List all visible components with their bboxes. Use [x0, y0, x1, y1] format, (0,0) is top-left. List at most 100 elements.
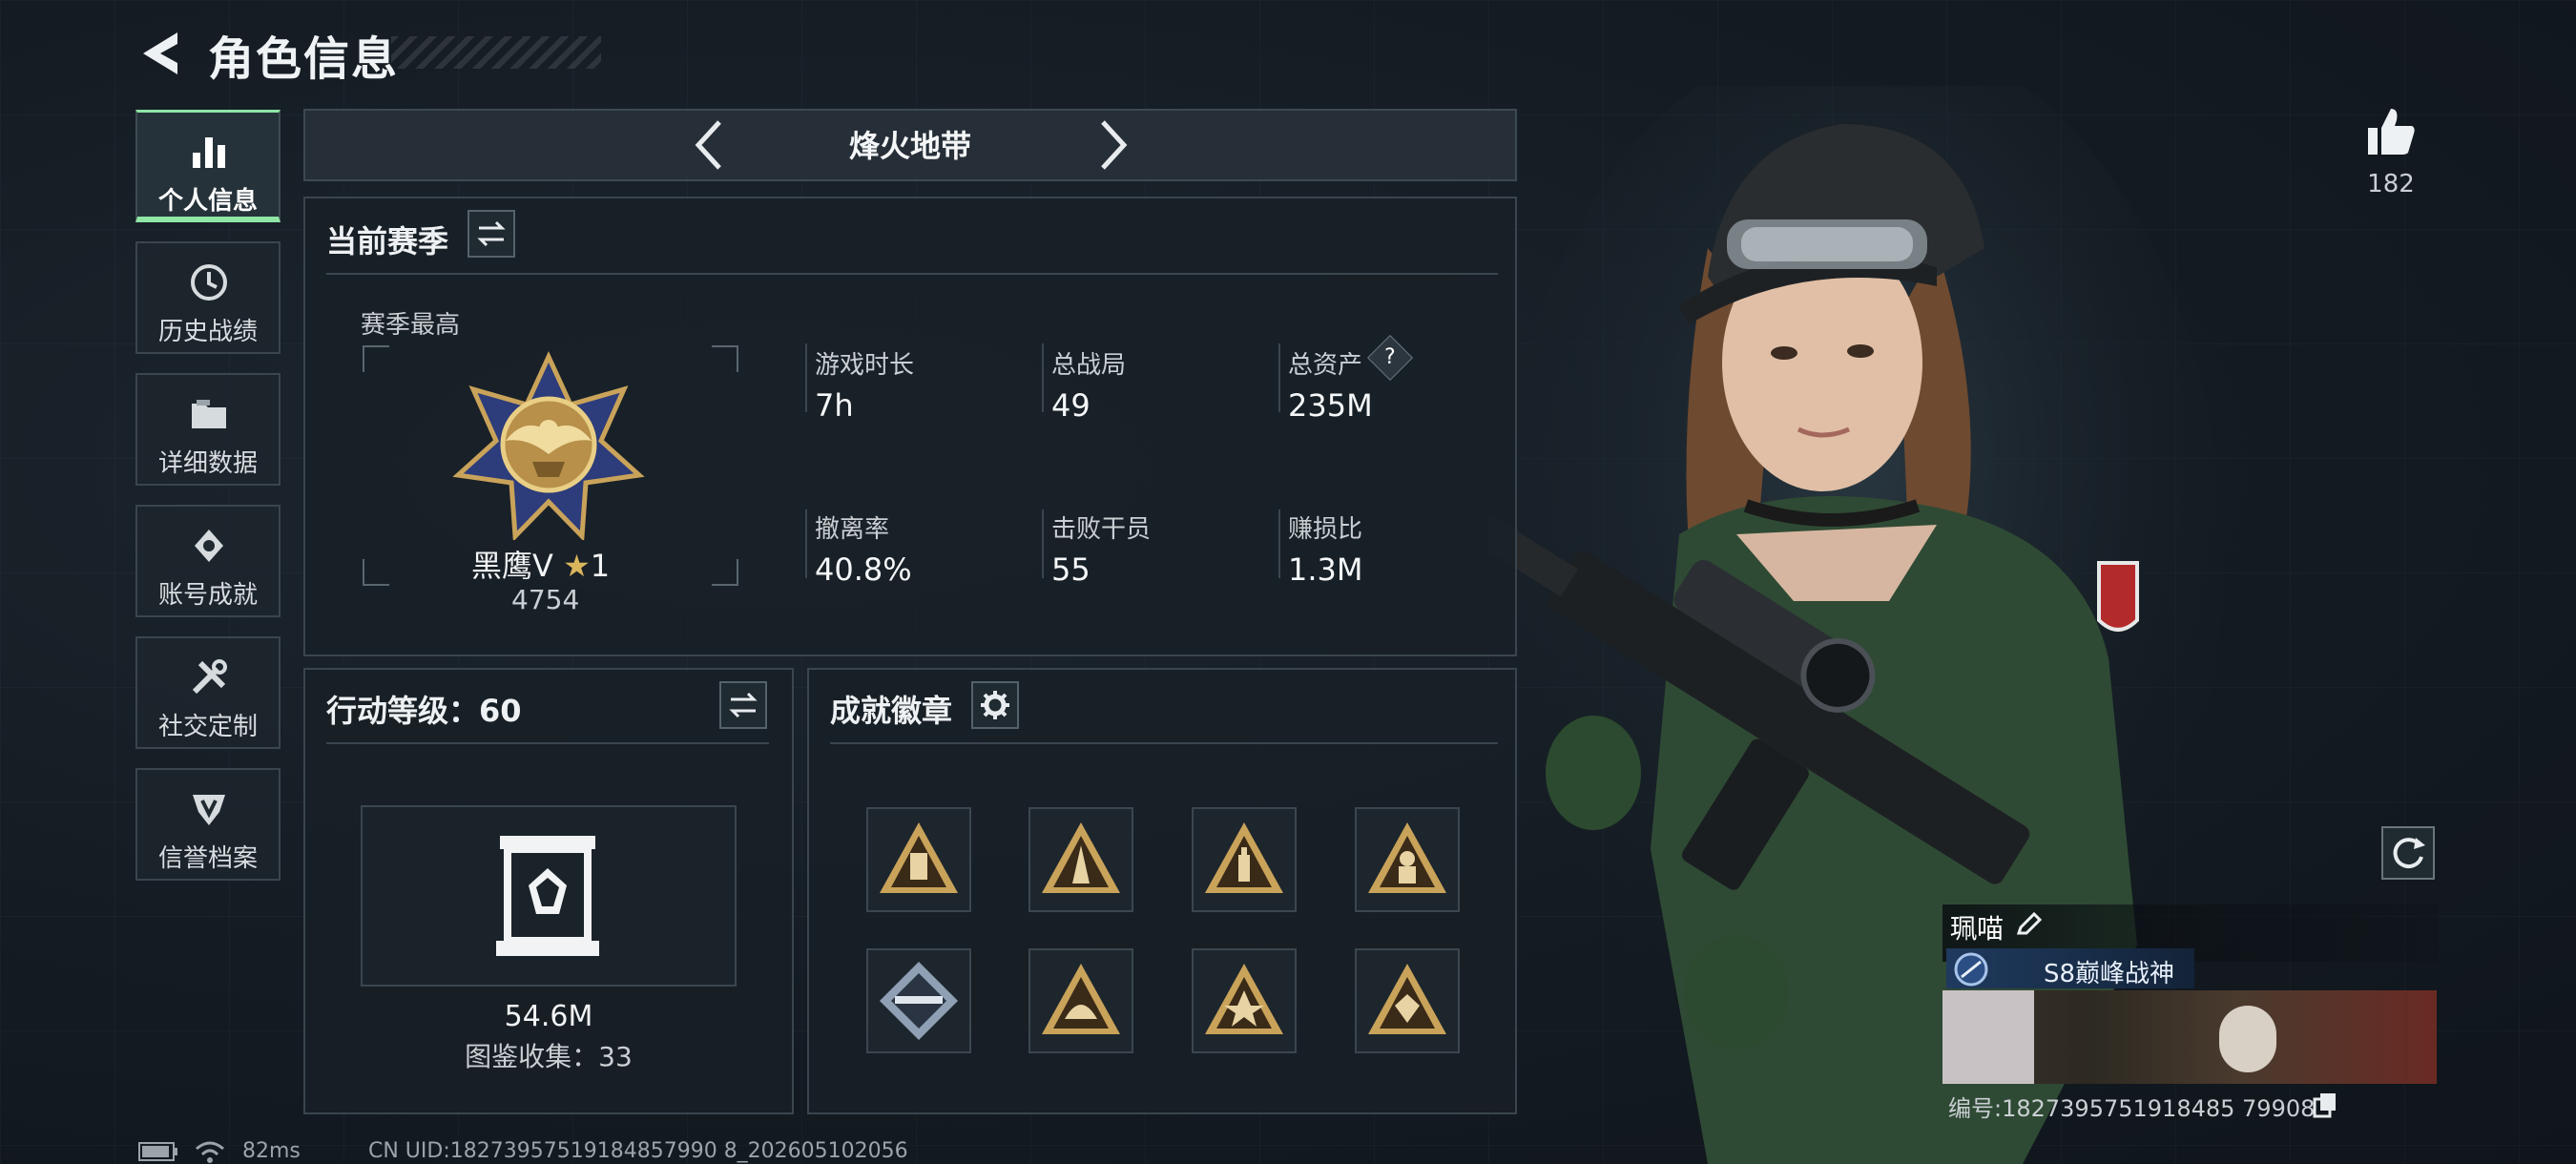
action-level-title: 行动等级：60 — [326, 693, 522, 729]
tools-icon — [192, 659, 227, 695]
question-icon: ? — [1384, 345, 1396, 369]
explosion-badge-icon — [1205, 964, 1283, 1034]
tower-badge-icon — [1042, 822, 1120, 893]
divider — [830, 742, 1498, 744]
achievement-badge[interactable] — [1192, 948, 1297, 1053]
achievement-badge[interactable] — [1355, 807, 1460, 912]
action-level-switch-button[interactable] — [719, 681, 767, 729]
swap-icon — [477, 220, 506, 247]
stat-value: 235M — [1288, 387, 1373, 424]
wifi-icon — [196, 1141, 224, 1163]
sidebar-item-label: 历史战绩 — [157, 318, 258, 346]
frame-corner — [363, 345, 389, 372]
title-decoration — [391, 36, 601, 69]
sidebar-item-credit[interactable]: 信誉档案 — [135, 768, 280, 881]
rank-score: 4754 — [511, 584, 580, 615]
sidebar-item-details[interactable]: 详细数据 — [135, 373, 280, 486]
gem-badge-icon — [1368, 964, 1446, 1034]
sidebar-item-label: 社交定制 — [157, 713, 258, 741]
sidebar-item-label: 信誉档案 — [157, 844, 258, 873]
rank-name: 黑鹰V — [471, 548, 553, 584]
like-count: 182 — [2367, 170, 2415, 198]
black-hawk-rank-icon — [452, 351, 645, 540]
sidebar-item-history[interactable]: 历史战绩 — [135, 241, 280, 354]
gear-icon — [981, 691, 1009, 719]
achievement-badge[interactable] — [866, 948, 971, 1053]
achievement-badge[interactable] — [1028, 948, 1133, 1053]
lantern-badge-icon — [880, 822, 958, 893]
season-best-label: 赛季最高 — [361, 311, 461, 340]
uid-text: CN UID:18273957519184857990 8_2026051020… — [368, 1139, 908, 1163]
achievement-badge[interactable] — [1028, 807, 1133, 912]
sidebar-item-social[interactable]: 社交定制 — [135, 636, 280, 749]
achievements-title: 成就徽章 — [830, 693, 953, 729]
divider — [326, 742, 769, 744]
helmet-badge-icon — [1042, 964, 1120, 1034]
season-switch-button[interactable] — [467, 210, 515, 258]
back-arrow-icon[interactable] — [134, 25, 191, 82]
frame-corner — [712, 345, 738, 372]
frame-corner — [712, 559, 738, 586]
achievement-badge[interactable] — [1355, 948, 1460, 1053]
asset-value: 54.6M — [504, 1000, 593, 1033]
bar-chart-icon — [193, 137, 225, 168]
stat-value: 40.8% — [815, 551, 912, 588]
divider — [805, 343, 807, 412]
name-card-banner — [1942, 990, 2437, 1084]
divider — [326, 273, 1498, 275]
history-icon — [191, 264, 227, 301]
stat-value: 49 — [1051, 387, 1091, 424]
chevron-right-icon[interactable] — [1093, 116, 1132, 174]
divider — [805, 509, 807, 578]
refresh-icon — [2393, 838, 2425, 869]
display-case-icon — [496, 836, 599, 956]
copy-icon[interactable] — [2313, 1091, 2337, 1118]
stat-value: 1.3M — [1288, 551, 1363, 588]
achievements-settings-button[interactable] — [971, 681, 1019, 729]
character-title: S8巅峰战神 — [2044, 960, 2175, 988]
edit-icon[interactable] — [2015, 910, 2044, 939]
character-name: 珮喵 — [1950, 913, 2005, 945]
mask-figure — [2219, 1006, 2276, 1072]
bottle-badge-icon — [1205, 822, 1283, 893]
avatar — [1942, 990, 2034, 1084]
star-icon: ★ — [563, 548, 591, 584]
shield-icon — [193, 795, 225, 825]
achievement-badge[interactable] — [866, 807, 971, 912]
rank-stars: 1 — [590, 548, 611, 584]
stat-label: 赚损比 — [1288, 515, 1363, 544]
swap-icon — [729, 692, 758, 718]
character-id: 编号:1827395751918485 79908 — [1948, 1095, 2316, 1122]
divider — [1278, 509, 1280, 578]
thumbs-up-icon[interactable] — [2362, 103, 2420, 160]
rank-label: 黑鹰V ★1 — [471, 542, 610, 586]
achievement-icon — [195, 530, 223, 562]
sidebar-item-label: 个人信息 — [157, 187, 258, 216]
folder-icon — [192, 400, 226, 428]
stat-value: 55 — [1051, 551, 1091, 588]
stat-label: 总战局 — [1051, 351, 1127, 380]
rifle-badge-icon — [880, 962, 958, 1040]
sidebar-item-label: 详细数据 — [157, 449, 258, 478]
divider — [1278, 343, 1280, 412]
stat-label: 击败干员 — [1051, 515, 1152, 544]
season-title: 当前赛季 — [326, 223, 449, 260]
page-title: 角色信息 — [208, 32, 400, 86]
divider — [1042, 509, 1044, 578]
collection-count: 图鉴收集：33 — [465, 1041, 633, 1072]
sidebar-item-personal-info[interactable]: 个人信息 — [135, 110, 280, 222]
sidebar-item-achievements[interactable]: 账号成就 — [135, 505, 280, 617]
ping-value: 82ms — [242, 1139, 301, 1163]
stat-label: 撤离率 — [815, 515, 890, 544]
stat-label: 总资产 — [1288, 351, 1363, 380]
soldier-badge-icon — [1368, 822, 1446, 893]
stat-value: 7h — [815, 387, 854, 424]
map-name: 烽火地带 — [848, 128, 971, 164]
title-emblem-icon — [1954, 952, 1988, 987]
achievement-badge[interactable] — [1192, 807, 1297, 912]
stat-label: 游戏时长 — [815, 351, 915, 380]
refresh-button[interactable] — [2381, 826, 2435, 880]
frame-corner — [363, 559, 389, 586]
battery-icon — [138, 1142, 177, 1161]
divider — [1042, 343, 1044, 412]
